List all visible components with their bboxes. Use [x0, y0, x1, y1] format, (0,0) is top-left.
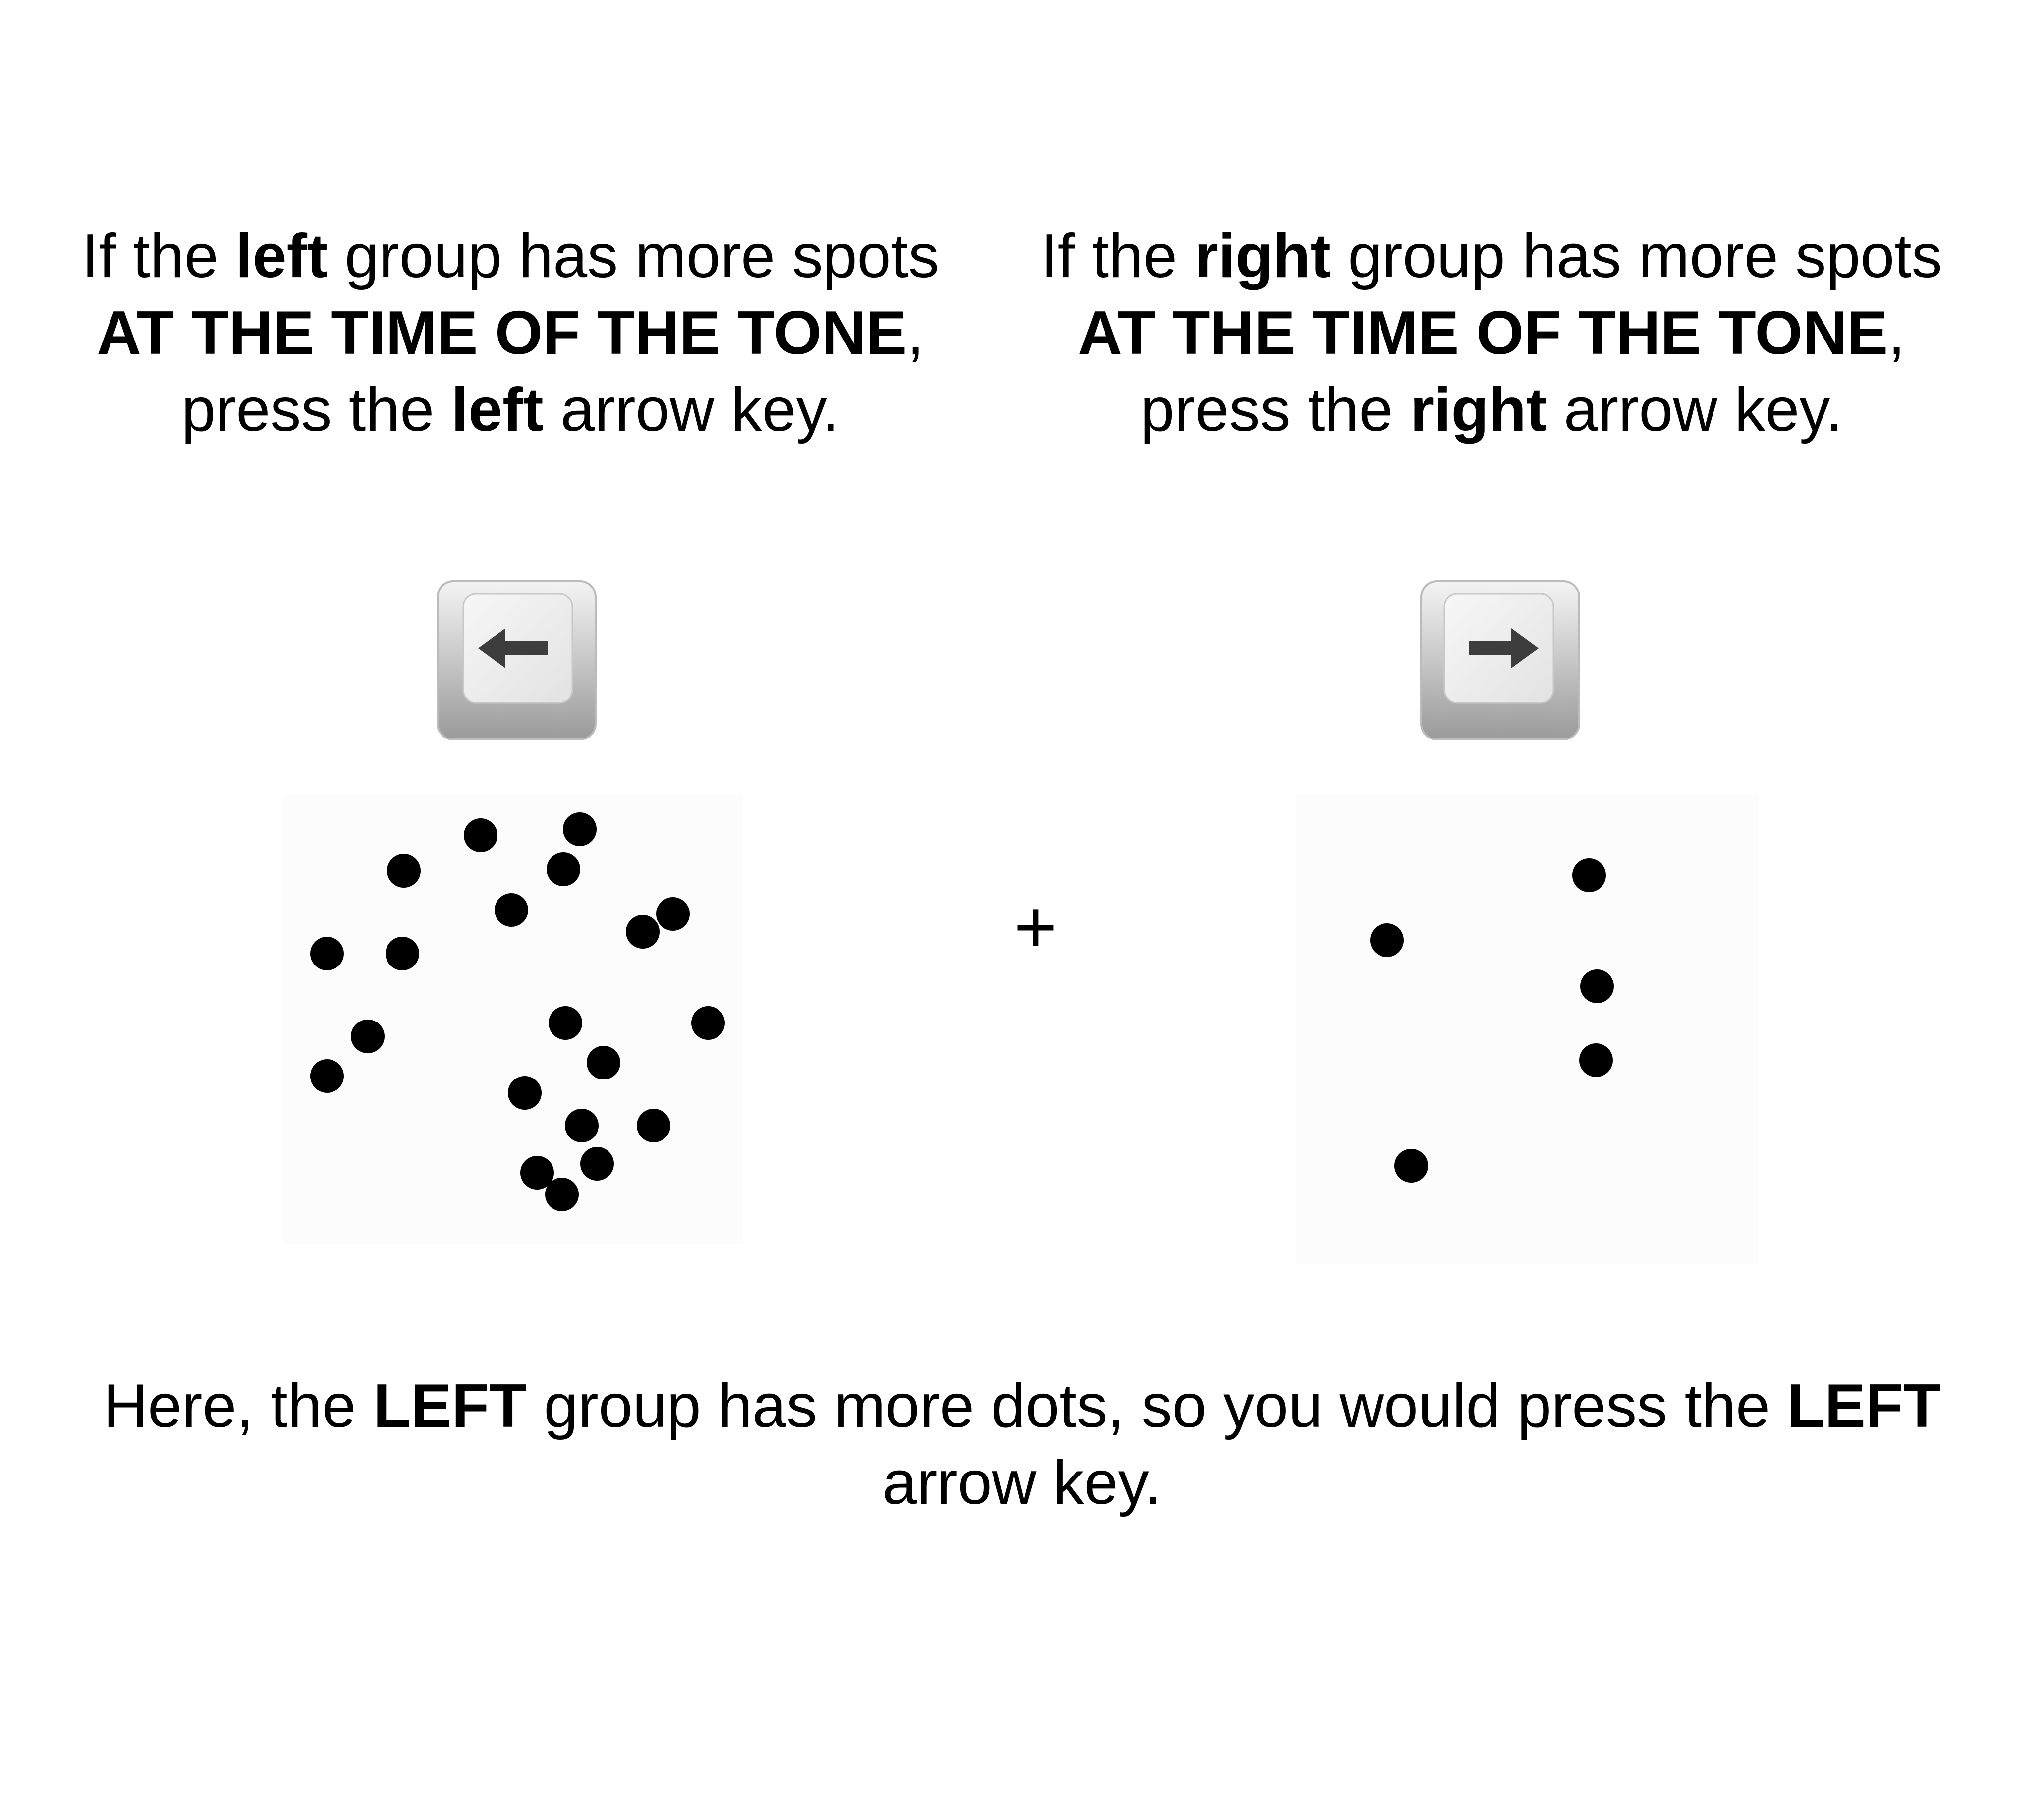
- dot: [656, 897, 690, 931]
- dot: [691, 1006, 725, 1040]
- dot: [310, 937, 344, 970]
- left-dot-group: [282, 795, 743, 1244]
- right-instr-bold-time-of-tone: AT THE TIME OF THE TONE: [1078, 299, 1888, 367]
- right-dot-group: [1296, 795, 1759, 1264]
- dot: [637, 1109, 670, 1142]
- left-instr-part-4: arrow key.: [543, 376, 839, 444]
- summary-text: Here, the LEFT group has more dots, so y…: [99, 1368, 1945, 1522]
- dot: [563, 812, 597, 846]
- dot: [549, 1006, 582, 1040]
- dot: [1580, 969, 1614, 1003]
- left-instr-bold-left-key: left: [451, 376, 544, 444]
- right-instr-part-1: If the: [1041, 222, 1195, 290]
- dot: [464, 818, 497, 852]
- left-instr-part-2: group has more spots: [328, 222, 939, 290]
- dot: [1579, 1043, 1613, 1077]
- dot: [565, 1109, 599, 1142]
- dot: [626, 915, 660, 949]
- dot: [351, 1020, 385, 1053]
- dot: [545, 1178, 579, 1211]
- summary-part-1: Here, the: [103, 1372, 374, 1440]
- left-instruction-text: If the left group has more spots AT THE …: [59, 218, 961, 449]
- dot: [1370, 923, 1404, 957]
- left-instr-part-1: If the: [82, 222, 236, 290]
- dot: [580, 1147, 614, 1181]
- dot: [1394, 1149, 1428, 1183]
- dot: [310, 1059, 344, 1093]
- fixation-cross: +: [1014, 885, 1057, 968]
- right-arrow-key-icon: [1420, 580, 1580, 740]
- summary-bold-left-2: LEFT: [1787, 1372, 1941, 1440]
- left-instr-bold-left: left: [235, 222, 328, 290]
- left-arrow-key-icon: [437, 580, 597, 740]
- dot: [587, 1046, 620, 1079]
- summary-part-3: arrow key.: [883, 1449, 1161, 1517]
- right-instruction-text: If the right group has more spots AT THE…: [1041, 218, 1942, 449]
- dot: [495, 893, 528, 927]
- summary-part-2: group has more dots, so you would press …: [527, 1372, 1787, 1440]
- right-instr-bold-right: right: [1194, 222, 1331, 290]
- right-instr-part-2: group has more spots: [1330, 222, 1942, 290]
- right-instr-bold-right-key: right: [1410, 376, 1547, 444]
- dot: [387, 854, 421, 888]
- dot: [386, 937, 419, 970]
- dot: [508, 1076, 542, 1110]
- summary-bold-left-1: LEFT: [373, 1372, 527, 1440]
- dot: [547, 852, 580, 886]
- right-instr-part-4: arrow key.: [1547, 376, 1843, 444]
- dot: [1572, 858, 1606, 892]
- left-instr-bold-time-of-tone: AT THE TIME OF THE TONE: [97, 299, 907, 367]
